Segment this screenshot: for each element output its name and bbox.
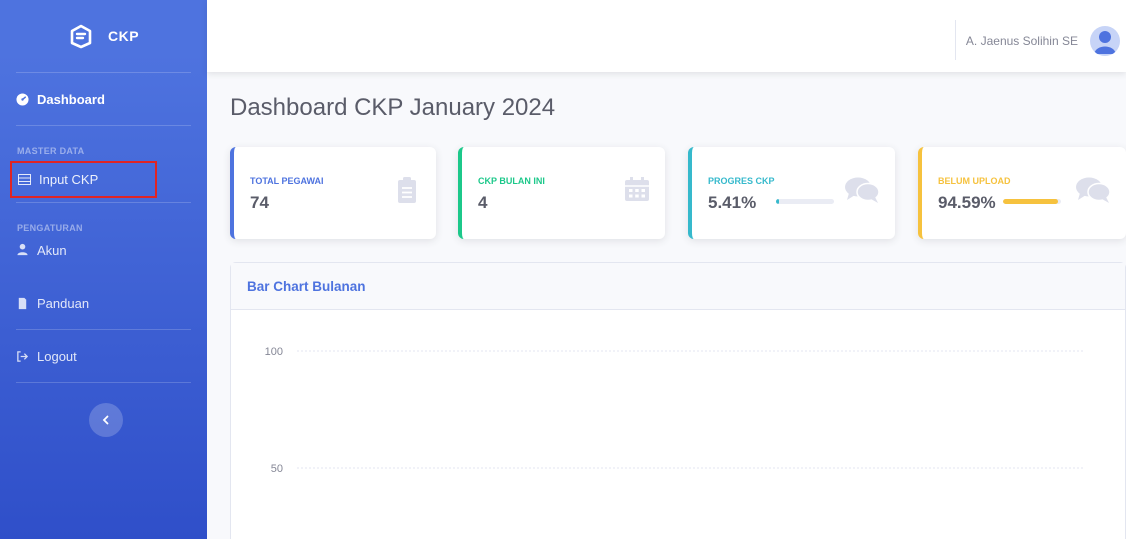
sidebar-item-label: Akun — [37, 243, 67, 258]
chevron-left-icon — [102, 415, 109, 425]
sidebar-item-label: Dashboard — [37, 91, 105, 107]
chart-y-tick-label: 50 — [271, 463, 283, 475]
sidebar-brand[interactable]: CKP — [0, 0, 207, 72]
sidebar-item-logout[interactable]: Logout — [0, 330, 207, 382]
card-label: PROGRES CKP — [708, 176, 775, 186]
table-icon — [18, 174, 31, 185]
chart-title: Bar Chart Bulanan — [231, 263, 1125, 310]
avatar-graphic — [1094, 31, 1116, 54]
clipboard-list-icon — [398, 177, 416, 203]
card-value: 5.41% — [708, 193, 757, 212]
topbar: A. Jaenus Solihin SE — [207, 0, 1126, 72]
sidebar-item-label: Logout — [37, 348, 77, 364]
tachometer-icon — [16, 92, 29, 106]
page-title: Dashboard CKP January 2024 — [230, 94, 556, 121]
card-label: CKP BULAN INI — [478, 176, 545, 186]
sidebar-item-input-ckp[interactable]: Input CKP — [10, 161, 157, 198]
chart-card: Bar Chart Bulanan 100 50 — [230, 262, 1126, 539]
sidebar: CKP Dashboard MASTER DATA PENGATURAN Aku… — [0, 0, 207, 539]
sidebar-divider — [16, 382, 191, 383]
card-ckp-bulan-ini: CKP BULAN INI 4 — [458, 147, 665, 239]
user-name[interactable]: A. Jaenus Solihin SE — [966, 34, 1078, 48]
sidebar-heading-master-data: MASTER DATA — [17, 146, 85, 156]
card-value: 94.59% — [938, 193, 996, 212]
card-label: TOTAL PEGAWAI — [250, 176, 324, 186]
chart-y-tick-label: 100 — [265, 346, 283, 358]
calendar-icon — [625, 177, 649, 201]
progress-bar-fill — [776, 199, 780, 204]
card-value: 4 — [478, 193, 488, 212]
sidebar-item-label: Input CKP — [39, 172, 99, 187]
sidebar-heading-pengaturan: PENGATURAN — [17, 223, 83, 233]
sign-out-icon — [17, 350, 29, 362]
comments-icon — [1076, 177, 1110, 203]
bar-chart: 100 50 — [265, 346, 1085, 475]
sidebar-item-panduan[interactable]: Panduan — [0, 277, 207, 329]
user-avatar-icon[interactable] — [1090, 26, 1120, 56]
topbar-divider — [955, 20, 956, 60]
file-icon — [18, 297, 27, 309]
sidebar-item-dashboard[interactable]: Dashboard — [0, 73, 207, 125]
progress-bar — [776, 199, 834, 204]
comments-icon — [845, 177, 879, 203]
progress-bar-fill — [1003, 199, 1058, 204]
brand-name: CKP — [107, 28, 140, 44]
sidebar-item-label: Panduan — [37, 295, 90, 311]
card-label: BELUM UPLOAD — [938, 176, 1011, 186]
card-belum-upload: BELUM UPLOAD 94.59% — [918, 147, 1126, 239]
sidebar-item-akun[interactable]: Akun — [0, 239, 207, 277]
brand-logo-icon — [70, 24, 92, 49]
progress-bar — [1003, 199, 1061, 204]
card-total-pegawai: TOTAL PEGAWAI 74 — [230, 147, 436, 239]
card-progres-ckp: PROGRES CKP 5.41% — [688, 147, 895, 239]
user-icon — [17, 243, 28, 256]
sidebar-toggle-button[interactable] — [89, 403, 123, 437]
card-value: 74 — [250, 193, 269, 212]
